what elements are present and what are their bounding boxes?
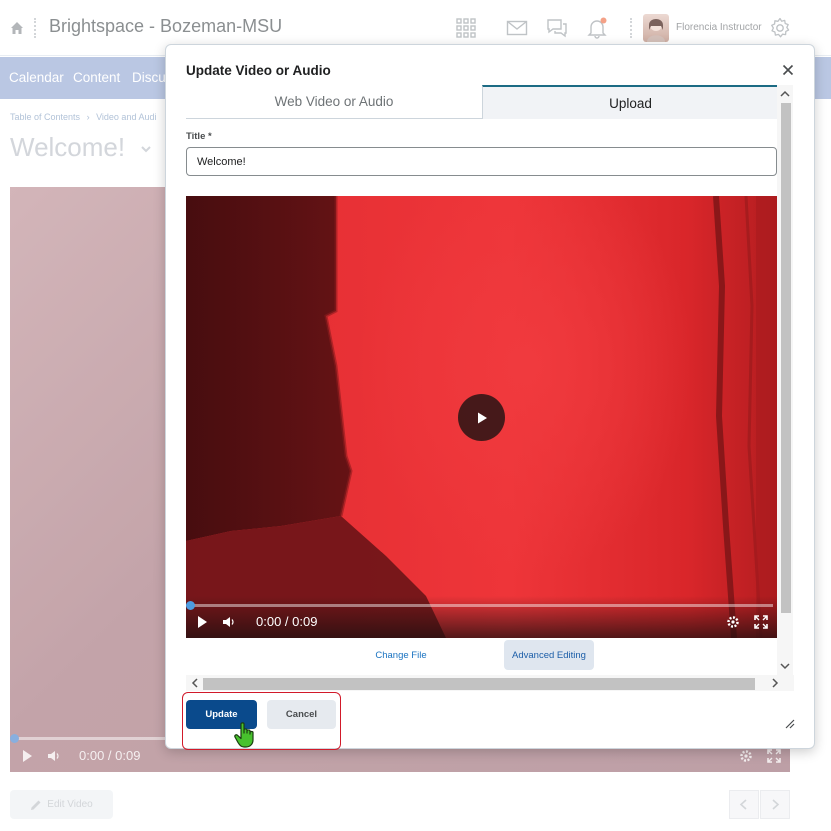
dialog-scroll-content: Web Video or Audio Upload Title * Welcom… bbox=[186, 85, 795, 692]
update-video-dialog: Update Video or Audio Web Video or Audio… bbox=[165, 44, 815, 750]
vertical-scrollbar-thumb[interactable] bbox=[781, 103, 791, 613]
horizontal-scrollbar[interactable] bbox=[186, 675, 794, 691]
vertical-scrollbar[interactable] bbox=[777, 85, 793, 675]
video-player[interactable]: 0:00 / 0:09 bbox=[186, 196, 777, 638]
horizontal-scrollbar-thumb[interactable] bbox=[203, 678, 755, 690]
settings-icon[interactable] bbox=[726, 615, 740, 629]
chevron-right-icon[interactable] bbox=[770, 678, 780, 688]
chevron-up-icon[interactable] bbox=[780, 89, 790, 99]
fullscreen-icon[interactable] bbox=[754, 615, 768, 629]
chevron-down-icon[interactable] bbox=[780, 661, 790, 671]
chevron-left-icon[interactable] bbox=[190, 678, 200, 688]
tab-web-video-or-audio[interactable]: Web Video or Audio bbox=[186, 85, 482, 119]
video-time: 0:00 / 0:09 bbox=[256, 614, 318, 629]
advanced-editing-button[interactable]: Advanced Editing bbox=[504, 640, 594, 670]
title-field-label: Title * bbox=[186, 131, 212, 142]
source-tabs: Web Video or Audio Upload bbox=[186, 85, 778, 119]
tab-upload[interactable]: Upload bbox=[482, 85, 778, 119]
video-progress-bar[interactable] bbox=[190, 604, 773, 607]
play-icon bbox=[477, 412, 487, 423]
cancel-button[interactable]: Cancel bbox=[267, 700, 336, 729]
resize-handle-icon[interactable] bbox=[783, 717, 795, 729]
play-icon[interactable] bbox=[195, 615, 209, 629]
volume-icon[interactable] bbox=[222, 615, 236, 629]
dialog-title: Update Video or Audio bbox=[186, 63, 331, 78]
change-file-button[interactable]: Change File bbox=[356, 640, 446, 670]
hand-cursor-icon bbox=[234, 722, 254, 748]
video-progress-handle[interactable] bbox=[186, 601, 195, 610]
close-icon[interactable] bbox=[781, 63, 795, 77]
play-button[interactable] bbox=[458, 394, 505, 441]
title-input[interactable] bbox=[186, 147, 777, 176]
